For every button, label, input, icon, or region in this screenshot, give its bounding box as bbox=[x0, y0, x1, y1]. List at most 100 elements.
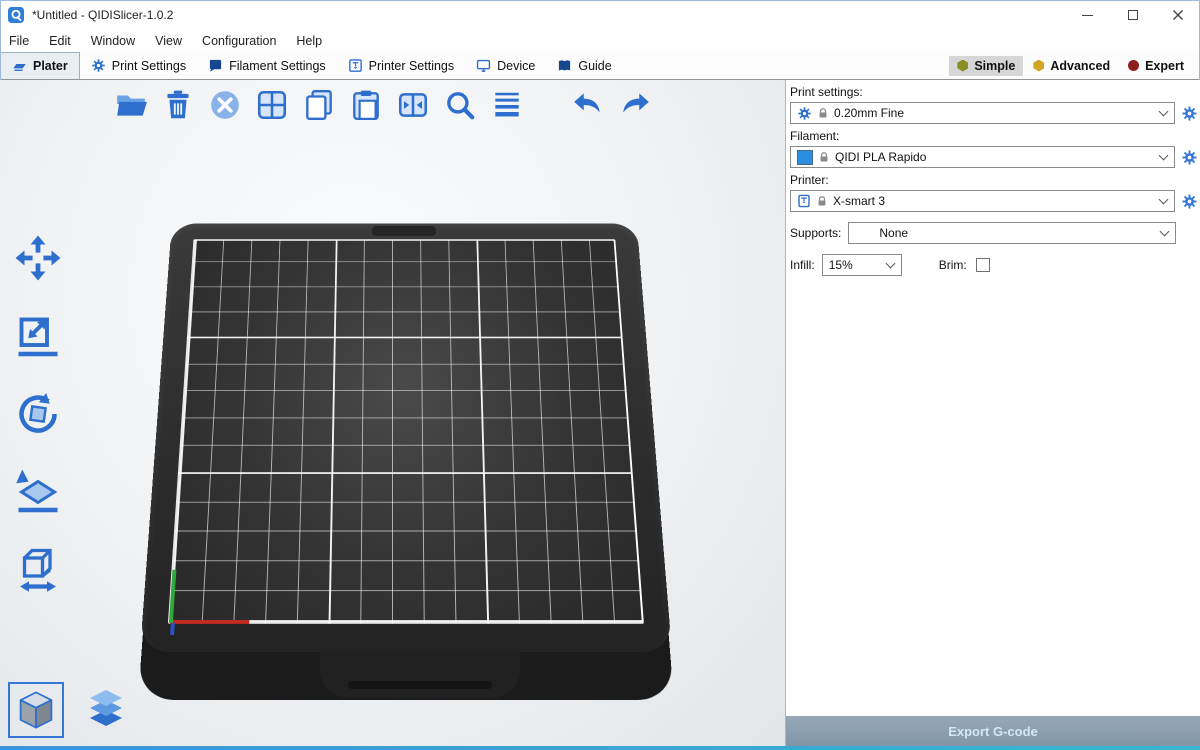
main-content: Print settings: 0.20mm Fine Filament: QI… bbox=[0, 80, 1200, 750]
open-button[interactable] bbox=[112, 86, 150, 124]
paste-button[interactable] bbox=[347, 86, 385, 124]
gear-icon bbox=[1181, 105, 1198, 122]
cube-icon bbox=[14, 688, 58, 732]
filament-icon bbox=[208, 58, 223, 73]
place-on-face-icon bbox=[14, 468, 62, 516]
expert-mode-icon bbox=[1128, 60, 1139, 71]
move-icon bbox=[14, 234, 62, 282]
filament-combo[interactable]: QIDI PLA Rapido bbox=[790, 146, 1175, 168]
preview-view-button[interactable] bbox=[78, 682, 134, 738]
arrange-button[interactable] bbox=[253, 86, 291, 124]
menu-window[interactable]: Window bbox=[81, 32, 145, 50]
app-logo-icon bbox=[8, 7, 24, 23]
menu-configuration[interactable]: Configuration bbox=[192, 32, 286, 50]
infill-row: Infill: 15% Brim: bbox=[790, 254, 1198, 276]
sliced-layers-icon bbox=[83, 688, 129, 732]
print-settings-gear-button[interactable] bbox=[1180, 104, 1198, 122]
delete-button[interactable] bbox=[159, 86, 197, 124]
tab-printer-settings[interactable]: Printer Settings bbox=[337, 52, 465, 79]
filament-gear-button[interactable] bbox=[1180, 148, 1198, 166]
redo-icon bbox=[618, 88, 652, 122]
search-button[interactable] bbox=[441, 86, 479, 124]
split-objects-button[interactable] bbox=[394, 86, 432, 124]
mode-switcher: Simple Advanced Expert bbox=[949, 52, 1200, 79]
menu-edit[interactable]: Edit bbox=[39, 32, 81, 50]
move-tool-button[interactable] bbox=[10, 232, 66, 284]
window-controls bbox=[1065, 0, 1200, 30]
lock-icon bbox=[817, 107, 829, 120]
tab-plater[interactable]: Plater bbox=[0, 52, 80, 79]
bed-front-handle bbox=[320, 650, 520, 698]
3d-viewport[interactable] bbox=[0, 80, 785, 750]
export-gcode-label: Export G-code bbox=[948, 724, 1038, 739]
redo-button[interactable] bbox=[616, 86, 654, 124]
menu-bar: File Edit Window View Configuration Help bbox=[0, 30, 1200, 52]
printer-value: X-smart 3 bbox=[833, 194, 1155, 208]
printer-combo[interactable]: X-smart 3 bbox=[790, 190, 1175, 212]
export-gcode-button[interactable]: Export G-code bbox=[786, 716, 1200, 746]
view-mode-toggles bbox=[8, 682, 134, 738]
rotate-tool-button[interactable] bbox=[10, 388, 66, 440]
minimize-icon bbox=[1082, 15, 1093, 16]
variable-layer-height-button[interactable] bbox=[488, 86, 526, 124]
place-on-face-tool-button[interactable] bbox=[10, 466, 66, 518]
mode-advanced[interactable]: Advanced bbox=[1025, 56, 1118, 76]
folder-open-icon bbox=[114, 88, 148, 122]
brim-checkbox[interactable] bbox=[976, 258, 990, 272]
title-bar: *Untitled - QIDISlicer-1.0.2 bbox=[0, 0, 1200, 30]
mode-expert[interactable]: Expert bbox=[1120, 56, 1192, 76]
3d-editor-view-button[interactable] bbox=[8, 682, 64, 738]
printer-row: X-smart 3 bbox=[790, 190, 1198, 212]
supports-value: None bbox=[855, 226, 1156, 240]
menu-file[interactable]: File bbox=[0, 32, 39, 50]
lock-icon bbox=[816, 195, 828, 208]
chevron-down-icon bbox=[1159, 107, 1169, 117]
brim-label: Brim: bbox=[939, 258, 967, 272]
delete-all-button[interactable] bbox=[206, 86, 244, 124]
cut-icon bbox=[14, 546, 62, 594]
gear-icon bbox=[797, 106, 812, 121]
supports-combo[interactable]: None bbox=[848, 222, 1176, 244]
minimize-button[interactable] bbox=[1065, 0, 1110, 30]
filament-color-swatch bbox=[797, 150, 813, 165]
plater-icon bbox=[12, 59, 27, 74]
print-settings-value: 0.20mm Fine bbox=[834, 106, 1155, 120]
printer-icon bbox=[348, 58, 363, 73]
maximize-icon bbox=[1128, 10, 1138, 20]
supports-row: Supports: None bbox=[790, 222, 1198, 244]
tab-print-settings[interactable]: Print Settings bbox=[80, 52, 197, 79]
maximize-button[interactable] bbox=[1110, 0, 1155, 30]
print-settings-row: 0.20mm Fine bbox=[790, 102, 1198, 124]
undo-icon bbox=[571, 88, 605, 122]
layer-height-icon bbox=[490, 88, 524, 122]
bed-back-notch bbox=[372, 226, 436, 236]
cut-tool-button[interactable] bbox=[10, 544, 66, 596]
gear-icon bbox=[91, 58, 106, 73]
close-button[interactable] bbox=[1155, 0, 1200, 30]
arrange-icon bbox=[255, 88, 289, 122]
settings-sidebar: Print settings: 0.20mm Fine Filament: QI… bbox=[785, 80, 1200, 750]
device-icon bbox=[476, 58, 491, 73]
menu-view[interactable]: View bbox=[145, 32, 192, 50]
mode-simple[interactable]: Simple bbox=[949, 56, 1023, 76]
tab-filament-settings[interactable]: Filament Settings bbox=[197, 52, 337, 79]
undo-button[interactable] bbox=[569, 86, 607, 124]
chevron-down-icon bbox=[1159, 151, 1169, 161]
copy-button[interactable] bbox=[300, 86, 338, 124]
tab-bar: Plater Print Settings Filament Settings … bbox=[0, 52, 1200, 80]
filament-row: QIDI PLA Rapido bbox=[790, 146, 1198, 168]
scale-tool-button[interactable] bbox=[10, 310, 66, 362]
printer-gear-button[interactable] bbox=[1180, 192, 1198, 210]
print-bed[interactable] bbox=[140, 223, 672, 652]
infill-combo[interactable]: 15% bbox=[822, 254, 902, 276]
printer-label: Printer: bbox=[790, 173, 1198, 187]
split-objects-icon bbox=[396, 88, 430, 122]
tab-device[interactable]: Device bbox=[465, 52, 546, 79]
tab-guide[interactable]: Guide bbox=[546, 52, 622, 79]
menu-help[interactable]: Help bbox=[286, 32, 332, 50]
supports-label: Supports: bbox=[790, 226, 841, 240]
paste-icon bbox=[349, 88, 383, 122]
infill-label: Infill: bbox=[790, 258, 815, 272]
print-settings-combo[interactable]: 0.20mm Fine bbox=[790, 102, 1175, 124]
chevron-down-icon bbox=[885, 259, 895, 269]
